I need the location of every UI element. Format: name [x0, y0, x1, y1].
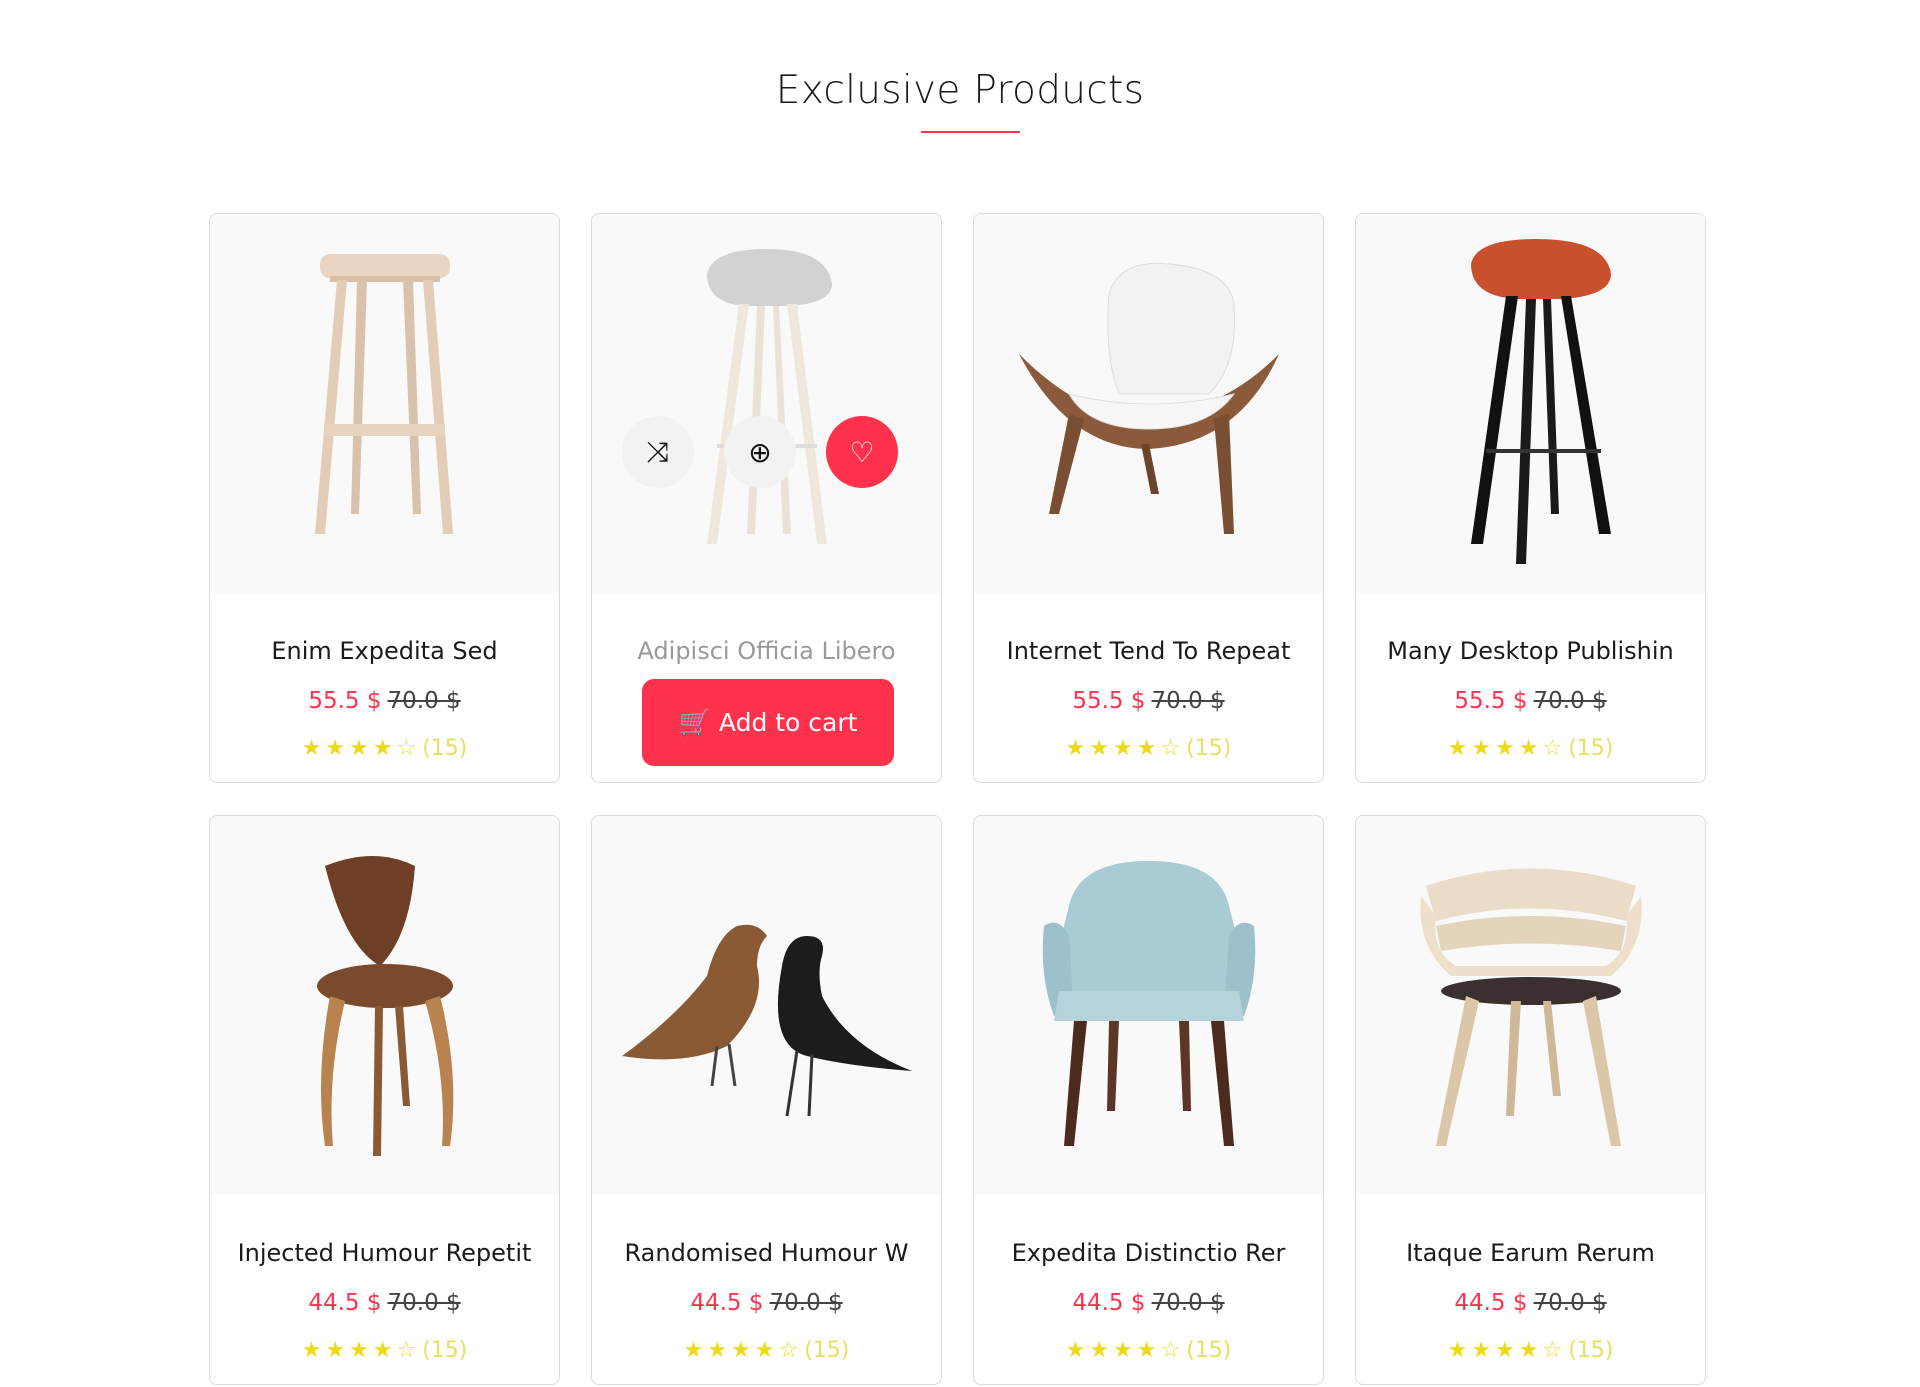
price: 44.5 $: [1072, 1290, 1146, 1316]
grey-bar-stool-image: [706, 248, 832, 544]
title-underline: [921, 131, 1020, 133]
add-to-cart-button[interactable]: 🛒 Add to cart: [642, 679, 894, 766]
star-rating: ★★★★☆: [1065, 1338, 1185, 1363]
wooden-curved-chair-image: [1419, 868, 1642, 1146]
product-card[interactable]: Internet Tend To Repeat 55.5 $70.0 $ ★★★…: [973, 213, 1324, 783]
cart-icon: 🛒: [678, 707, 711, 738]
rating-row: ★★★★☆(15): [974, 736, 1323, 761]
product-name[interactable]: Enim Expedita Sed: [210, 637, 559, 665]
zoom-in-icon: ⊕: [748, 435, 772, 469]
heart-icon: ♡: [849, 435, 875, 469]
rating-count: (15): [804, 1338, 850, 1363]
old-price: 70.0 $: [769, 1290, 843, 1316]
product-card[interactable]: Itaque Earum Rerum 44.5 $70.0 $ ★★★★☆(15…: [1355, 815, 1706, 1385]
rating-row: ★★★★☆(15): [1356, 1338, 1705, 1363]
add-to-cart-label: Add to cart: [718, 708, 858, 737]
price: 55.5 $: [1454, 688, 1528, 714]
rating-row: ★★★★☆(15): [1356, 736, 1705, 761]
price-row: 44.5 $70.0 $: [592, 1290, 941, 1316]
product-image[interactable]: [1356, 816, 1705, 1195]
product-image[interactable]: [210, 816, 559, 1195]
product-name[interactable]: Injected Humour Repetit: [210, 1239, 559, 1267]
rating-row: ★★★★☆(15): [210, 1338, 559, 1363]
product-card[interactable]: Injected Humour Repetit 44.5 $70.0 $ ★★★…: [209, 815, 560, 1385]
wishlist-button[interactable]: ♡: [826, 416, 898, 488]
rating-count: (15): [1186, 736, 1232, 761]
price: 55.5 $: [1072, 688, 1146, 714]
quick-view-button[interactable]: ⊕: [724, 416, 796, 488]
price: 44.5 $: [690, 1290, 764, 1316]
old-price: 70.0 $: [1533, 1290, 1607, 1316]
walnut-side-chair-image: [316, 855, 453, 1156]
product-image[interactable]: [1356, 214, 1705, 593]
product-image[interactable]: [592, 816, 941, 1195]
bird-figurines-image: [621, 924, 912, 1116]
product-name[interactable]: Many Desktop Publishin: [1356, 637, 1705, 665]
product-card[interactable]: Expedita Distinctio Rer 44.5 $70.0 $ ★★★…: [973, 815, 1324, 1385]
price: 44.5 $: [1454, 1290, 1528, 1316]
product-name[interactable]: Internet Tend To Repeat: [974, 637, 1323, 665]
product-card[interactable]: Enim Expedita Sed 55.5 $70.0 $ ★★★★☆(15): [209, 213, 560, 783]
rating-count: (15): [422, 736, 468, 761]
hover-actions: ⤨ ⊕ ♡: [622, 416, 922, 490]
old-price: 70.0 $: [387, 688, 461, 714]
product-name[interactable]: Adipisci Officia Libero: [592, 637, 941, 665]
old-price: 70.0 $: [387, 1290, 461, 1316]
price-row: 55.5 $70.0 $: [1356, 688, 1705, 714]
price: 55.5 $: [308, 688, 382, 714]
price: 44.5 $: [308, 1290, 382, 1316]
star-rating: ★★★★☆: [301, 736, 421, 761]
star-rating: ★★★★☆: [683, 1338, 803, 1363]
wooden-bar-stool-image: [314, 253, 453, 534]
price-row: 44.5 $70.0 $: [1356, 1290, 1705, 1316]
rating-row: ★★★★☆(15): [210, 736, 559, 761]
star-rating: ★★★★☆: [1447, 736, 1567, 761]
product-image[interactable]: [974, 816, 1323, 1195]
rating-count: (15): [1568, 736, 1614, 761]
shuffle-icon: ⤨: [646, 435, 670, 468]
price-row: 55.5 $70.0 $: [974, 688, 1323, 714]
star-rating: ★★★★☆: [1447, 1338, 1567, 1363]
rating-count: (15): [1186, 1338, 1232, 1363]
rating-row: ★★★★☆(15): [974, 1338, 1323, 1363]
product-card[interactable]: Randomised Humour W 44.5 $70.0 $ ★★★★☆(1…: [591, 815, 942, 1385]
old-price: 70.0 $: [1151, 1290, 1225, 1316]
star-rating: ★★★★☆: [1065, 736, 1185, 761]
product-name[interactable]: Itaque Earum Rerum: [1356, 1239, 1705, 1267]
product-image[interactable]: [974, 214, 1323, 593]
shell-lounge-chair-image: [1018, 262, 1279, 534]
price-row: 55.5 $70.0 $: [210, 688, 559, 714]
price-row: 44.5 $70.0 $: [974, 1290, 1323, 1316]
old-price: 70.0 $: [1151, 688, 1225, 714]
compare-button[interactable]: ⤨: [622, 416, 694, 488]
price-row: 44.5 $70.0 $: [210, 1290, 559, 1316]
section-title: Exclusive Products: [775, 68, 1145, 113]
blue-armchair-image: [1042, 860, 1255, 1146]
star-rating: ★★★★☆: [301, 1338, 421, 1363]
product-image[interactable]: [210, 214, 559, 593]
product-name[interactable]: Expedita Distinctio Rer: [974, 1239, 1323, 1267]
rating-row: ★★★★☆(15): [592, 1338, 941, 1363]
product-card[interactable]: Many Desktop Publishin 55.5 $70.0 $ ★★★★…: [1355, 213, 1706, 783]
rating-count: (15): [422, 1338, 468, 1363]
product-name[interactable]: Randomised Humour W: [592, 1239, 941, 1267]
product-card[interactable]: ⤨ ⊕ ♡ Adipisci Officia Libero 🛒 Add to ca…: [591, 213, 942, 783]
orange-bar-stool-image: [1470, 238, 1611, 564]
rating-count: (15): [1568, 1338, 1614, 1363]
old-price: 70.0 $: [1533, 688, 1607, 714]
product-image[interactable]: [592, 214, 941, 593]
